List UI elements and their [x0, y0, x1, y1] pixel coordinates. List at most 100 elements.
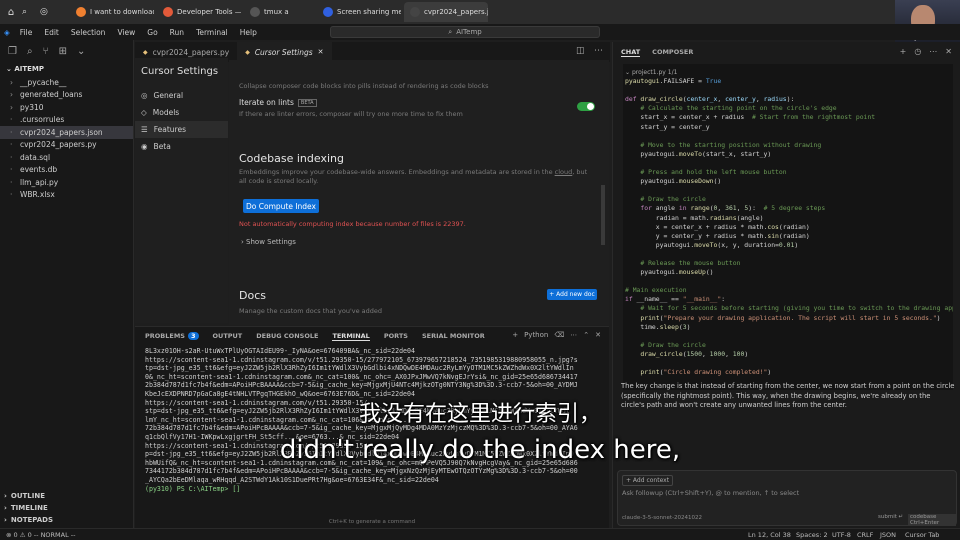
menu-item-go[interactable]: Go [141, 28, 163, 37]
command-search[interactable]: ⌕ AITemp [330, 26, 600, 38]
file-icon: · [10, 177, 13, 187]
explorer-item-label: events.db [20, 165, 58, 175]
file-icon: · [10, 152, 13, 162]
settings-nav: Cursor Settings ◎ General ◇ Models ☰ Features… [135, 58, 228, 323]
menu-item-terminal[interactable]: Terminal [190, 28, 234, 37]
file-icon: · [10, 190, 13, 200]
section-timeline[interactable]: › TIMELINE [0, 502, 134, 514]
add-terminal-icon[interactable]: + [512, 331, 518, 339]
tab-favicon-icon [250, 7, 260, 17]
close-icon[interactable]: ✕ [945, 47, 952, 56]
file-item[interactable]: · data.sql [0, 151, 133, 164]
status-left[interactable]: ⊗ 0 ⚠ 0 -- NORMAL -- [6, 531, 76, 539]
file-item[interactable]: · events.db [0, 164, 133, 177]
chevron-right-icon: › [10, 77, 13, 87]
editor-tab[interactable]: ◆ Cursor Settings ✕ [237, 42, 332, 62]
close-icon[interactable]: ✕ [595, 331, 601, 339]
file-item[interactable]: · cvpr2024_papers.py [0, 139, 133, 152]
menu-item-run[interactable]: Run [164, 28, 190, 37]
show-settings-toggle[interactable]: › Show Settings [241, 238, 296, 246]
browser-icon[interactable]: ◎ [40, 7, 70, 17]
add-doc-button[interactable]: + Add new doc [547, 289, 597, 300]
more-icon[interactable]: ⋯ [570, 331, 577, 339]
status-spaces[interactable]: Spaces: 2 [796, 531, 828, 539]
section-outline[interactable]: › OUTLINE [0, 490, 134, 502]
menu-item-edit[interactable]: Edit [38, 28, 65, 37]
os-tab[interactable]: cvpr2024_papers.js... [404, 2, 488, 22]
chat-tab-composer[interactable]: COMPOSER [652, 48, 693, 56]
status-encoding[interactable]: UTF-8 [832, 531, 851, 539]
iterate-toggle[interactable] [577, 102, 595, 111]
more-icon[interactable]: ⋯ [929, 47, 937, 56]
menu-item-view[interactable]: View [111, 28, 141, 37]
add-context-button[interactable]: + Add context [622, 475, 674, 486]
file-item[interactable]: · llm_api.py [0, 176, 133, 189]
file-item[interactable]: · cvpr2024_papers.json [0, 126, 133, 139]
menu-item-help[interactable]: Help [234, 28, 263, 37]
file-item[interactable]: · .cursorrules [0, 114, 133, 127]
status-cursor-tab[interactable]: Cursor Tab [905, 531, 939, 539]
codebase-desc-text: Embeddings improve your codebase-wide an… [239, 168, 553, 176]
close-icon[interactable]: ✕ [318, 48, 324, 56]
status-eol[interactable]: CRLF [857, 531, 873, 539]
explorer-item-label: data.sql [20, 152, 51, 162]
files-icon[interactable]: ❐ [8, 46, 17, 57]
settings-nav-models[interactable]: ◇ Models [135, 104, 228, 121]
submit-button[interactable]: submit ↵ [878, 514, 903, 520]
folder-item[interactable]: › generated_loans [0, 89, 133, 102]
panel-tab-output[interactable]: OUTPUT [213, 332, 243, 340]
new-chat-icon[interactable]: + [900, 47, 907, 56]
settings-nav-general[interactable]: ◎ General [135, 87, 228, 104]
os-tab[interactable]: tmux a [244, 2, 314, 22]
status-cursor[interactable]: Ln 12, Col 38 [748, 531, 791, 539]
compute-index-button[interactable]: Do Compute Index [243, 199, 319, 213]
extensions-icon[interactable]: ⊞ [59, 46, 67, 57]
code-block[interactable]: ⌄ project1.py 1/1 pyautogui.FAILSAFE = Tr… [623, 64, 953, 390]
more-actions-icon[interactable]: ⋯ [594, 46, 603, 56]
beta-icon: ◉ [141, 142, 148, 151]
cloud-link[interactable]: cloud [555, 168, 573, 176]
panel-tab-serial-monitor[interactable]: SERIAL MONITOR [422, 332, 485, 340]
terminal-line: https://scontent-sea1-1.cdninstagram.com… [145, 355, 578, 364]
os-tab[interactable]: I want to download ... [70, 2, 154, 22]
chat-input[interactable]: + Add context Ask followup (Ctrl+Shift+Y… [617, 470, 957, 526]
model-selector[interactable]: claude-3-5-sonnet-20241022 [622, 515, 702, 521]
codebase-button[interactable]: codebase Ctrl+Enter [908, 514, 956, 526]
explorer-root-label: AITEMP [14, 65, 44, 73]
menu-item-file[interactable]: File [14, 28, 39, 37]
shell-label[interactable]: Python [524, 331, 548, 339]
file-chip[interactable]: ⌄ project1.py 1/1 [625, 68, 951, 77]
settings-nav-beta[interactable]: ◉ Beta [135, 138, 228, 155]
chat-tab-chat[interactable]: CHAT [621, 48, 641, 57]
status-language[interactable]: JSON [880, 531, 896, 539]
tab-favicon-icon [323, 7, 333, 17]
panel-tab-debug-console[interactable]: DEBUG CONSOLE [256, 332, 318, 340]
maximize-icon[interactable]: ⌃ [583, 331, 589, 339]
panel-tab-terminal[interactable]: TERMINAL [332, 332, 370, 341]
os-tab[interactable]: Screen sharing mee... [317, 2, 401, 22]
history-icon[interactable]: ◷ [914, 47, 921, 56]
section-notepads[interactable]: › NOTEPADS [0, 514, 134, 526]
menu-item-selection[interactable]: Selection [65, 28, 112, 37]
search-icon: ⌕ [448, 27, 453, 36]
settings-scrollbar[interactable] [601, 185, 605, 245]
panel-tab-label: SERIAL MONITOR [421, 332, 485, 340]
source-control-icon[interactable]: ⑂ [43, 46, 49, 57]
panel-tab-ports[interactable]: PORTS [384, 332, 408, 340]
iterate-label: Iterate on lints [239, 98, 294, 107]
settings-nav-features[interactable]: ☰ Features [135, 121, 228, 138]
panel-tab-problems[interactable]: PROBLEMS 3 [145, 332, 199, 340]
search-icon[interactable]: ⌕ [27, 46, 33, 57]
folder-item[interactable]: › __pycache__ [0, 76, 133, 89]
explorer-root[interactable]: ⌄ AITEMP [0, 62, 133, 76]
os-tab[interactable]: Developer Tools — l... [157, 2, 241, 22]
folder-item[interactable]: › py310 [0, 101, 133, 114]
features-icon: ☰ [141, 125, 148, 134]
more-icon[interactable]: ⌄ [77, 46, 85, 57]
file-item[interactable]: · WBR.xlsx [0, 189, 133, 202]
trash-icon[interactable]: ⌫ [554, 331, 564, 339]
search-icon[interactable]: ⌕ [22, 7, 40, 17]
split-editor-icon[interactable]: ◫ [576, 46, 585, 56]
panel-tab-label: PORTS [383, 332, 408, 340]
app-icon[interactable]: ⌂ [0, 7, 22, 18]
